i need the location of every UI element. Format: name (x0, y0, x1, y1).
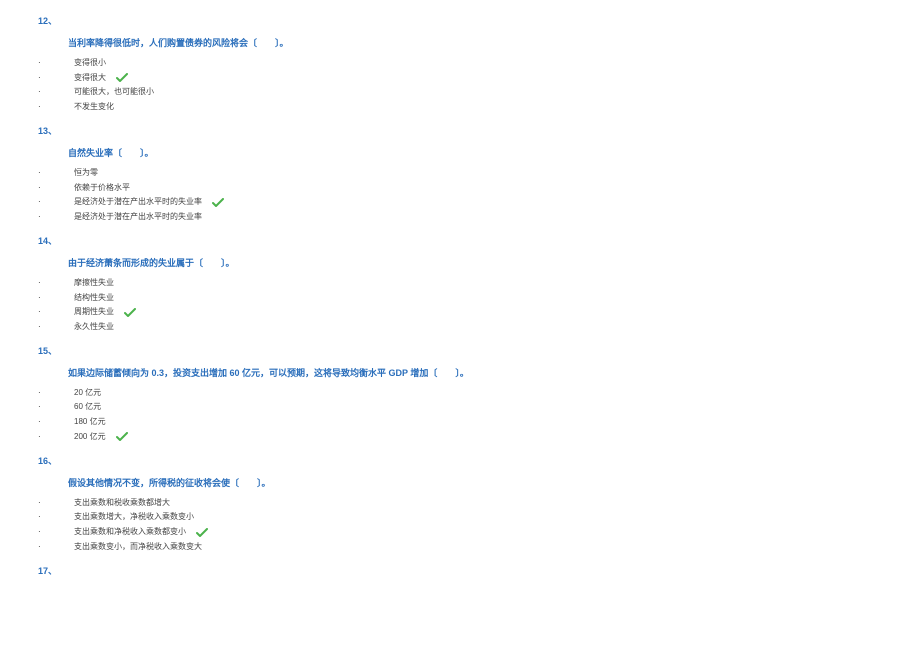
option-bullet: · (38, 292, 74, 305)
option-text: 支出乘数变小，而净税收入乘数变大 (74, 541, 202, 554)
checkmark-icon (116, 432, 128, 442)
option-row: ·200 亿元 (38, 431, 882, 444)
option-row: ·支出乘数变小，而净税收入乘数变大 (38, 541, 882, 554)
option-text: 恒为零 (74, 167, 98, 180)
question-stem: 假设其他情况不变，所得税的征收将会使〔 〕。 (68, 476, 882, 490)
option-text: 20 亿元 (74, 387, 101, 400)
question-block: 14、由于经济萧条而形成的失业属于〔 〕。·摩擦性失业·结构性失业·周期性失业·… (38, 234, 882, 334)
option-text: 摩擦性失业 (74, 277, 114, 290)
option-text: 结构性失业 (74, 292, 114, 305)
option-bullet: · (38, 211, 74, 224)
question-number: 13、 (38, 124, 882, 138)
option-bullet: · (38, 101, 74, 114)
option-bullet: · (38, 182, 74, 195)
option-row: ·结构性失业 (38, 292, 882, 305)
option-text: 支出乘数和税收乘数都增大 (74, 497, 170, 510)
question-number: 14、 (38, 234, 882, 248)
question-stem: 如果边际储蓄倾向为 0.3，投资支出增加 60 亿元，可以预期，这将导致均衡水平… (68, 366, 882, 380)
checkmark-icon (212, 198, 224, 208)
option-text: 变得很小 (74, 57, 106, 70)
option-text: 周期性失业 (74, 306, 114, 319)
option-bullet: · (38, 321, 74, 334)
option-row: ·摩擦性失业 (38, 277, 882, 290)
option-row: ·180 亿元 (38, 416, 882, 429)
option-row: ·支出乘数和税收乘数都增大 (38, 497, 882, 510)
question-number: 15、 (38, 344, 882, 358)
question-block: 15、如果边际储蓄倾向为 0.3，投资支出增加 60 亿元，可以预期，这将导致均… (38, 344, 882, 444)
question-stem: 当利率降得很低时，人们购置债券的风险将会〔 〕。 (68, 36, 882, 50)
option-text: 变得很大 (74, 72, 106, 85)
option-row: ·60 亿元 (38, 401, 882, 414)
checkmark-icon (116, 73, 128, 83)
checkmark-icon (124, 308, 136, 318)
option-row: ·支出乘数增大，净税收入乘数变小 (38, 511, 882, 524)
option-bullet: · (38, 401, 74, 414)
option-bullet: · (38, 431, 74, 444)
option-bullet: · (38, 526, 74, 539)
question-block: 16、假设其他情况不变，所得税的征收将会使〔 〕。·支出乘数和税收乘数都增大·支… (38, 454, 882, 554)
option-row: ·周期性失业 (38, 306, 882, 319)
option-bullet: · (38, 86, 74, 99)
option-text: 可能很大，也可能很小 (74, 86, 154, 99)
option-bullet: · (38, 387, 74, 400)
option-text: 永久性失业 (74, 321, 114, 334)
option-row: ·支出乘数和净税收入乘数都变小 (38, 526, 882, 539)
option-row: ·不发生变化 (38, 101, 882, 114)
option-row: ·变得很大 (38, 72, 882, 85)
option-bullet: · (38, 196, 74, 209)
option-bullet: · (38, 57, 74, 70)
option-bullet: · (38, 277, 74, 290)
option-text: 是经济处于潜在产出水平时的失业率 (74, 211, 202, 224)
option-bullet: · (38, 511, 74, 524)
option-text: 支出乘数和净税收入乘数都变小 (74, 526, 186, 539)
option-row: ·是经济处于潜在产出水平时的失业率 (38, 211, 882, 224)
option-row: ·依赖于价格水平 (38, 182, 882, 195)
option-bullet: · (38, 416, 74, 429)
option-text: 180 亿元 (74, 416, 106, 429)
option-row: ·变得很小 (38, 57, 882, 70)
option-bullet: · (38, 306, 74, 319)
question-number: 17、 (38, 564, 882, 578)
option-text: 依赖于价格水平 (74, 182, 130, 195)
option-bullet: · (38, 72, 74, 85)
question-number: 16、 (38, 454, 882, 468)
option-text: 不发生变化 (74, 101, 114, 114)
question-block: 12、当利率降得很低时，人们购置债券的风险将会〔 〕。·变得很小·变得很大·可能… (38, 14, 882, 114)
option-bullet: · (38, 497, 74, 510)
option-text: 200 亿元 (74, 431, 106, 444)
question-number: 12、 (38, 14, 882, 28)
question-stem: 由于经济萧条而形成的失业属于〔 〕。 (68, 256, 882, 270)
option-bullet: · (38, 167, 74, 180)
option-row: ·可能很大，也可能很小 (38, 86, 882, 99)
option-row: ·恒为零 (38, 167, 882, 180)
option-row: ·永久性失业 (38, 321, 882, 334)
option-bullet: · (38, 541, 74, 554)
question-block: 17、 (38, 564, 882, 578)
question-block: 13、自然失业率〔 〕。·恒为零·依赖于价格水平·是经济处于潜在产出水平时的失业… (38, 124, 882, 224)
question-stem: 自然失业率〔 〕。 (68, 146, 882, 160)
option-text: 支出乘数增大，净税收入乘数变小 (74, 511, 194, 524)
checkmark-icon (196, 528, 208, 538)
option-row: ·是经济处于潜在产出水平时的失业率 (38, 196, 882, 209)
option-text: 60 亿元 (74, 401, 101, 414)
option-row: ·20 亿元 (38, 387, 882, 400)
option-text: 是经济处于潜在产出水平时的失业率 (74, 196, 202, 209)
